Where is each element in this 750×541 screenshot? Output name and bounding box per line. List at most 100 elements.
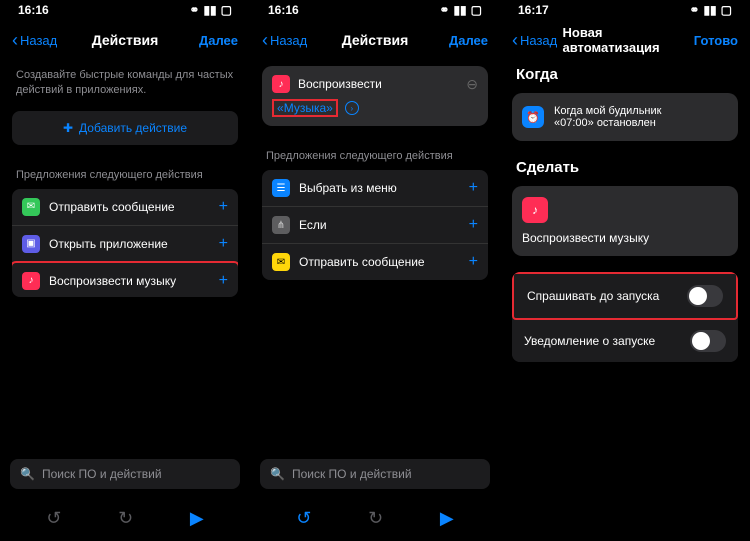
redo-button[interactable]: ↻ <box>118 508 133 529</box>
status-icons: ⚭ ▮▮ ▢ <box>189 3 232 17</box>
do-header: Сделать <box>512 141 738 186</box>
back-label: Назад <box>270 33 307 48</box>
switch-off[interactable] <box>687 285 723 307</box>
plus-icon: ✚ <box>63 121 73 135</box>
switch-off[interactable] <box>690 330 726 352</box>
back-label: Назад <box>520 33 557 48</box>
search-icon: 🔍 <box>20 467 35 481</box>
cell-icon: ▮▮ <box>453 3 466 17</box>
search-icon: 🔍 <box>270 467 285 481</box>
page-title: Действия <box>342 32 409 48</box>
music-icon: ♪ <box>272 75 290 93</box>
add-icon: + <box>219 272 228 290</box>
menu-icon: ☰ <box>272 179 290 197</box>
content-area: Создавайте быстрые команды для частых де… <box>0 60 250 297</box>
nav-bar: ‹ Назад Новая автоматизация Готово <box>500 20 750 60</box>
ask-before-run-toggle[interactable]: Спрашивать до запуска <box>515 275 735 317</box>
suggestion-send-message[interactable]: ✉ Отправить сообщение + <box>12 189 238 226</box>
next-button[interactable]: Далее <box>199 33 238 48</box>
status-time: 16:16 <box>268 3 299 17</box>
action-row: ♪ Воспроизвести <box>272 75 478 93</box>
next-button[interactable]: Далее <box>449 33 488 48</box>
suggestion-label: Выбрать из меню <box>299 181 397 195</box>
status-bar: 16:17 ⚭ ▮▮ ▢ <box>500 0 750 20</box>
do-label: Воспроизвести музыку <box>522 231 728 245</box>
notify-on-run-toggle[interactable]: Уведомление о запуске <box>512 320 738 362</box>
suggestion-label: Отправить сообщение <box>299 255 425 269</box>
chevron-left-icon: ‹ <box>262 31 268 49</box>
add-icon: + <box>469 216 478 234</box>
done-button[interactable]: Готово <box>694 33 738 48</box>
action-title: Воспроизвести <box>298 77 382 91</box>
do-action-card[interactable]: ♪ Воспроизвести музыку <box>512 186 738 256</box>
suggestion-choose-menu[interactable]: ☰ Выбрать из меню + <box>262 170 488 207</box>
toggle-group: Спрашивать до запуска Уведомление о запу… <box>512 272 738 362</box>
back-button[interactable]: ‹ Назад <box>512 31 557 49</box>
suggestion-send-message[interactable]: ✉ Отправить сообщение + <box>262 244 488 280</box>
cell-icon: ▮▮ <box>203 3 216 17</box>
status-icons: ⚭ ▮▮ ▢ <box>689 3 732 17</box>
toolbar: ↺ ↻ ▶ <box>0 508 250 529</box>
if-icon: ⋔ <box>272 216 290 234</box>
undo-button[interactable]: ↺ <box>46 508 61 529</box>
content-area: Когда ⏰ Когда мой будильник «07:00» оста… <box>500 60 750 362</box>
cell-icon: ▮▮ <box>703 3 716 17</box>
screen-1: 16:16 ⚭ ▮▮ ▢ ‹ Назад Действия Далее Созд… <box>0 0 250 541</box>
chevron-left-icon: ‹ <box>512 31 518 49</box>
search-input[interactable]: 🔍 Поиск ПО и действий <box>260 459 490 489</box>
suggestions-header: Предложения следующего действия <box>262 126 488 170</box>
back-button[interactable]: ‹ Назад <box>12 31 57 49</box>
app-icon: ▣ <box>22 235 40 253</box>
alarm-icon: ⏰ <box>522 106 544 128</box>
add-action-button[interactable]: ✚ Добавить действие <box>12 111 238 145</box>
status-time: 16:17 <box>518 3 549 17</box>
toggle-label: Уведомление о запуске <box>524 334 655 348</box>
page-title: Действия <box>92 32 159 48</box>
add-icon: + <box>219 198 228 216</box>
music-icon: ♪ <box>22 272 40 290</box>
toolbar: ↺ ↻ ▶ <box>250 508 500 529</box>
status-time: 16:16 <box>18 3 49 17</box>
suggestions-list: ✉ Отправить сообщение + ▣ Открыть прилож… <box>12 189 238 297</box>
when-header: Когда <box>512 60 738 93</box>
toggle-label: Спрашивать до запуска <box>527 289 659 303</box>
link-icon: ⚭ <box>689 3 699 17</box>
suggestion-if[interactable]: ⋔ Если + <box>262 207 488 244</box>
battery-icon: ▢ <box>221 3 232 17</box>
search-placeholder: Поиск ПО и действий <box>292 467 412 481</box>
play-button[interactable]: ▶ <box>190 508 204 529</box>
page-title: Новая автоматизация <box>563 25 688 55</box>
when-condition-card[interactable]: ⏰ Когда мой будильник «07:00» остановлен <box>512 93 738 141</box>
battery-icon: ▢ <box>721 3 732 17</box>
message-icon: ✉ <box>272 253 290 271</box>
suggestion-play-music[interactable]: ♪ Воспроизвести музыку + <box>12 261 238 297</box>
hint-text: Создавайте быстрые команды для частых де… <box>12 60 238 111</box>
nav-bar: ‹ Назад Действия Далее <box>0 20 250 60</box>
suggestion-label: Если <box>299 218 327 232</box>
back-button[interactable]: ‹ Назад <box>262 31 307 49</box>
suggestion-open-app[interactable]: ▣ Открыть приложение + <box>12 226 238 263</box>
suggestion-label: Открыть приложение <box>49 237 168 251</box>
status-bar: 16:16 ⚭ ▮▮ ▢ <box>0 0 250 20</box>
content-area: ⊖ ♪ Воспроизвести «Музыка» › Предложения… <box>250 66 500 280</box>
screen-2: 16:16 ⚭ ▮▮ ▢ ‹ Назад Действия Далее ⊖ ♪ … <box>250 0 500 541</box>
music-icon: ♪ <box>522 197 548 223</box>
suggestions-list: ☰ Выбрать из меню + ⋔ Если + ✉ Отправить… <box>262 170 488 280</box>
close-icon[interactable]: ⊖ <box>466 76 478 93</box>
play-button[interactable]: ▶ <box>440 508 454 529</box>
redo-button[interactable]: ↻ <box>368 508 383 529</box>
undo-button[interactable]: ↺ <box>296 508 311 529</box>
add-icon: + <box>219 235 228 253</box>
action-card[interactable]: ⊖ ♪ Воспроизвести «Музыка» › <box>262 66 488 126</box>
status-bar: 16:16 ⚭ ▮▮ ▢ <box>250 0 500 20</box>
search-input[interactable]: 🔍 Поиск ПО и действий <box>10 459 240 489</box>
suggestion-label: Отправить сообщение <box>49 200 175 214</box>
when-text: Когда мой будильник «07:00» остановлен <box>554 105 661 129</box>
chevron-left-icon: ‹ <box>12 31 18 49</box>
status-icons: ⚭ ▮▮ ▢ <box>439 3 482 17</box>
add-icon: + <box>469 179 478 197</box>
highlight-box: Спрашивать до запуска <box>512 272 738 320</box>
add-action-label: Добавить действие <box>79 121 187 135</box>
action-param[interactable]: «Музыка» › <box>272 99 359 117</box>
add-icon: + <box>469 253 478 271</box>
